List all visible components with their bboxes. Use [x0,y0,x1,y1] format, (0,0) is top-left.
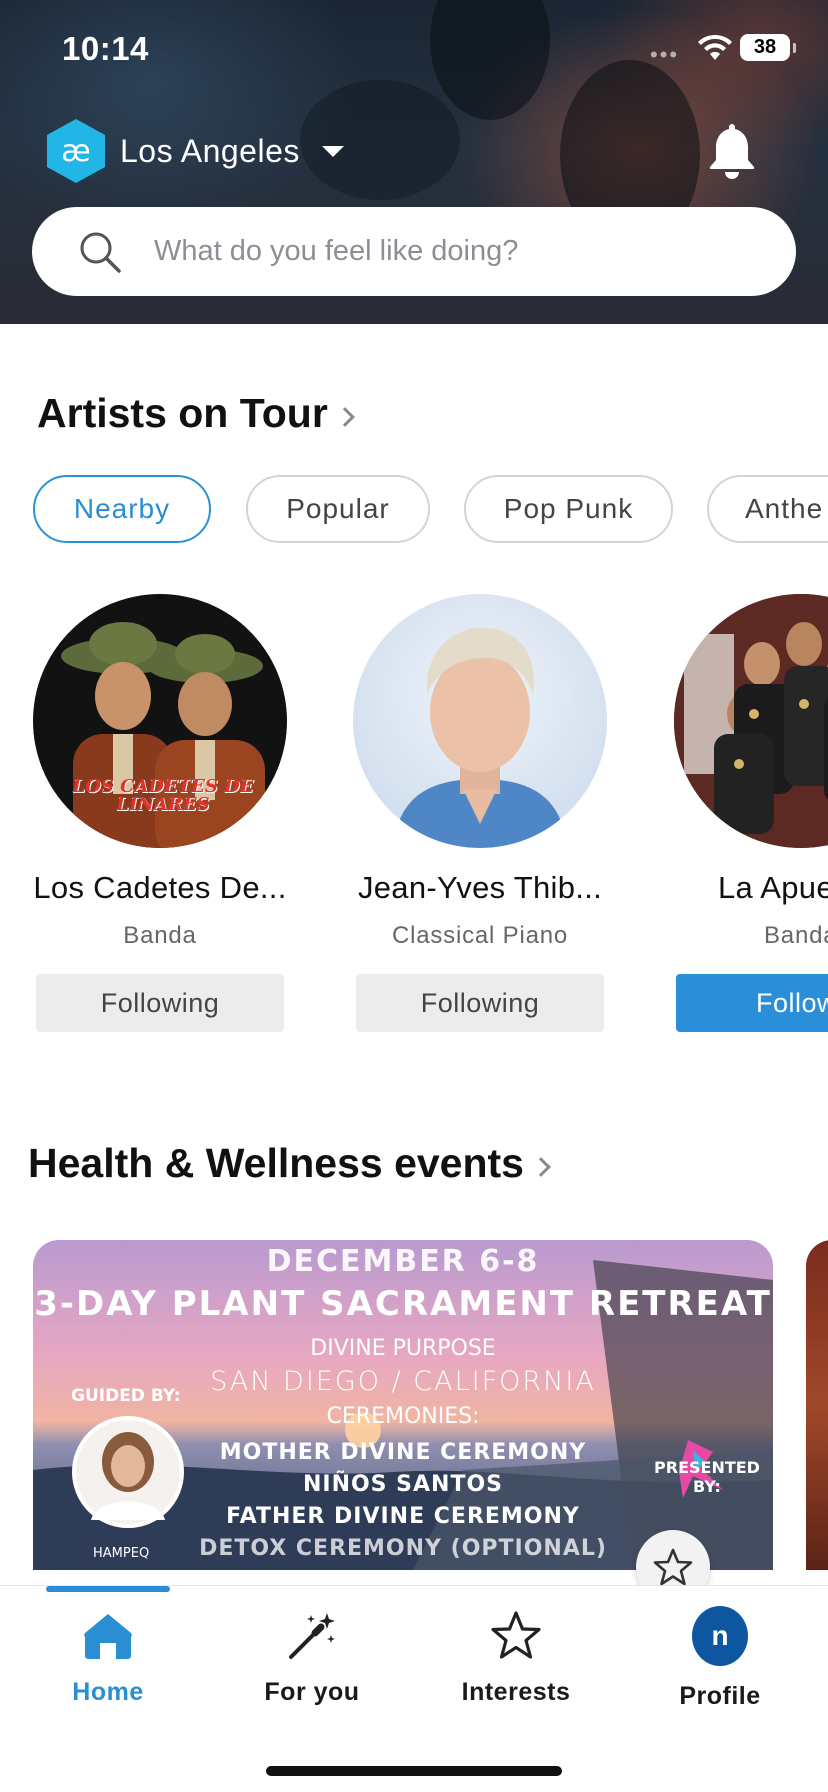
artist-photo[interactable] [353,594,607,848]
artist-genre: Banda [764,922,828,949]
filter-chip-label: Anthe [745,493,824,524]
star-icon [488,1608,544,1664]
event-presented-by: PRESENTED BY: [654,1458,760,1496]
artist-card: LOS CADETES DE LINARES Los Cadetes De...… [0,594,320,1032]
location-selector[interactable]: æ Los Angeles [44,116,344,186]
svg-text:æ: æ [61,134,90,169]
magic-wand-icon [284,1608,340,1664]
artist-name: La Apue [718,870,828,905]
artist-photo-art [393,627,567,848]
profile-avatar-icon: n [692,1606,748,1666]
artist-photo-art [674,594,828,848]
filter-chip-popular[interactable]: Popular [246,475,430,543]
event-guide-name: HAMPEQ [93,1546,150,1561]
following-button[interactable]: Following [356,974,604,1032]
filter-chip-pop-punk[interactable]: Pop Punk [464,475,673,543]
header-banner: 10:14 ••• 38 æ Los Angeles [0,0,828,324]
event-date: DECEMBER 6-8 [266,1244,540,1279]
tab-profile[interactable]: n Profile [630,1606,810,1718]
tab-for-you[interactable]: For you [222,1608,402,1718]
tab-interests[interactable]: Interests [426,1608,606,1718]
event-card[interactable]: DECEMBER 6-8 3-DAY PLANT SACRAMENT RETRE… [33,1240,773,1570]
status-time: 10:14 [62,30,149,67]
home-icon [80,1608,136,1664]
event-card[interactable] [806,1240,828,1570]
event-subtitle: DIVINE PURPOSE [310,1336,496,1361]
home-indicator [266,1766,562,1776]
artist-genre: Banda [123,922,197,949]
star-outline-icon [653,1548,693,1586]
artists-section-title[interactable]: Artists on Tour [37,390,355,437]
filter-chip-nearby[interactable]: Nearby [33,475,211,543]
search-bar[interactable] [32,207,796,296]
filter-chip-label: Nearby [73,493,171,524]
artist-card: Jean-Yves Thib... Classical Piano Follow… [320,594,640,1032]
tab-home[interactable]: Home [18,1608,198,1718]
battery-indicator: 38 [740,34,796,61]
follow-button[interactable]: Follow [676,974,828,1032]
profile-avatar: n [692,1606,748,1666]
artist-genre: Classical Piano [391,922,569,949]
artist-photo[interactable]: LOS CADETES DE LINARES [33,594,287,848]
event-headline: 3-DAY PLANT SACRAMENT RETREAT [34,1284,772,1324]
filter-chip-label: Pop Punk [503,493,634,524]
app-logo-icon: æ [47,119,105,183]
tab-label: For you [264,1678,360,1706]
filter-chip-label: Popular [286,493,390,524]
filter-chip-anthem[interactable]: Anthe [707,475,828,543]
health-title-text: Health & Wellness events [28,1140,524,1186]
chevron-right-icon [531,1156,551,1177]
location-name: Los Angeles [120,132,300,169]
search-icon [80,232,121,273]
status-bar: 10:14 ••• 38 [0,0,828,100]
caret-down-icon [321,145,344,157]
bell-icon[interactable] [706,120,758,180]
event-ceremonies-label: CEREMONIES: [326,1404,480,1429]
tab-label: Interests [461,1678,571,1706]
signal-dots-icon: ••• [650,42,680,67]
following-button[interactable]: Following [36,974,284,1032]
artist-photo-logo-text: LOS CADETES DE LINARES [72,776,254,815]
artists-title-text: Artists on Tour [37,390,328,436]
chevron-right-icon [334,406,355,427]
artist-name: Jean-Yves Thib... [357,870,603,905]
artist-card: La Apue Banda Follow [640,594,828,1032]
event-ceremony: FATHER DIVINE CEREMONY [226,1504,580,1529]
tab-label: Profile [679,1682,761,1710]
wifi-icon [698,34,732,60]
active-tab-indicator [46,1586,170,1592]
artist-photo[interactable] [674,594,828,848]
artist-name: Los Cadetes De... [33,870,287,905]
search-input[interactable] [154,235,754,268]
tab-label: Home [72,1678,144,1706]
tab-bar: Home For you Interests n Profile [0,1585,828,1792]
event-guided-by: GUIDED BY: [71,1386,181,1406]
health-section-title[interactable]: Health & Wellness events [28,1140,551,1187]
